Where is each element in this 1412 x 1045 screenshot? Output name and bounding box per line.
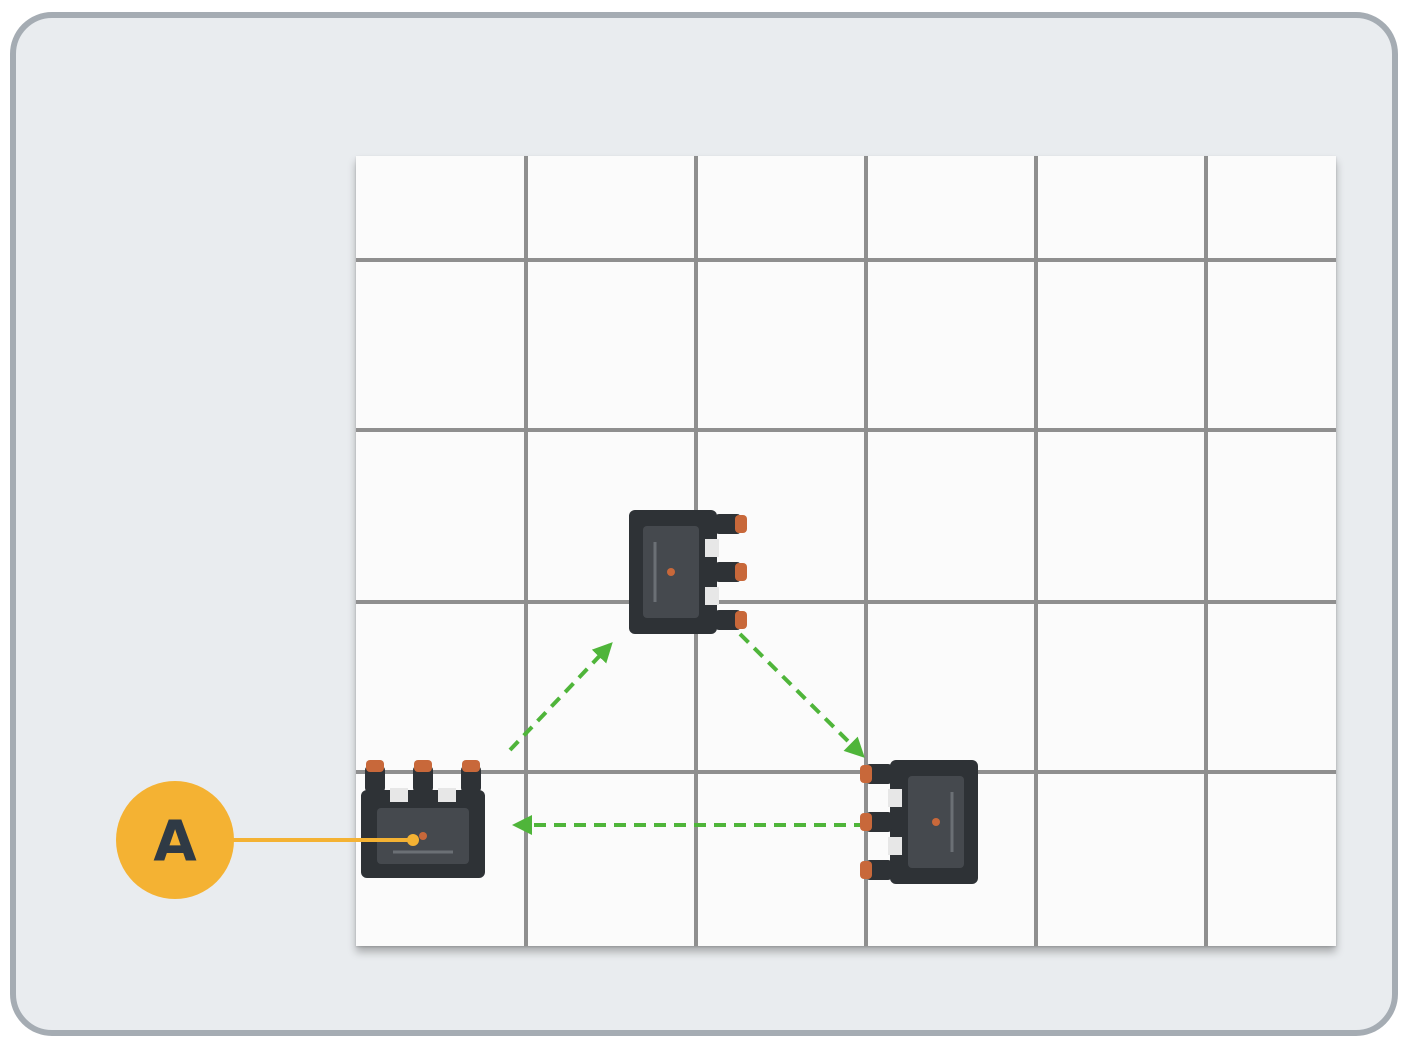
robot-gap [888,837,902,855]
robot-sensor [735,611,747,629]
robot-gap [390,788,408,802]
callout-anchor-dot [407,834,419,846]
robot-gap [438,788,456,802]
path-arrow [738,632,865,758]
robot-center-led [932,818,940,826]
robot-sensor [860,765,872,783]
robot-sensor [735,563,747,581]
movement-path [508,632,866,835]
robot-sensor [735,515,747,533]
robot-c [860,760,978,884]
robot-sensor [860,813,872,831]
path-arrow [508,642,613,752]
robot-center-led [667,568,675,576]
robot-sensor [860,861,872,879]
robot-b [629,510,747,634]
callout-label: A [153,810,197,875]
robot-sensor [366,760,384,772]
robot-sensor [414,760,432,772]
robot-center-led [419,832,427,840]
robot-gap [705,587,719,605]
robot-a [361,760,485,878]
robot-sensor [462,760,480,772]
robot-gap [705,539,719,557]
robots [361,510,978,884]
diagram-overlay: A [116,510,978,899]
robot-gap [888,789,902,807]
